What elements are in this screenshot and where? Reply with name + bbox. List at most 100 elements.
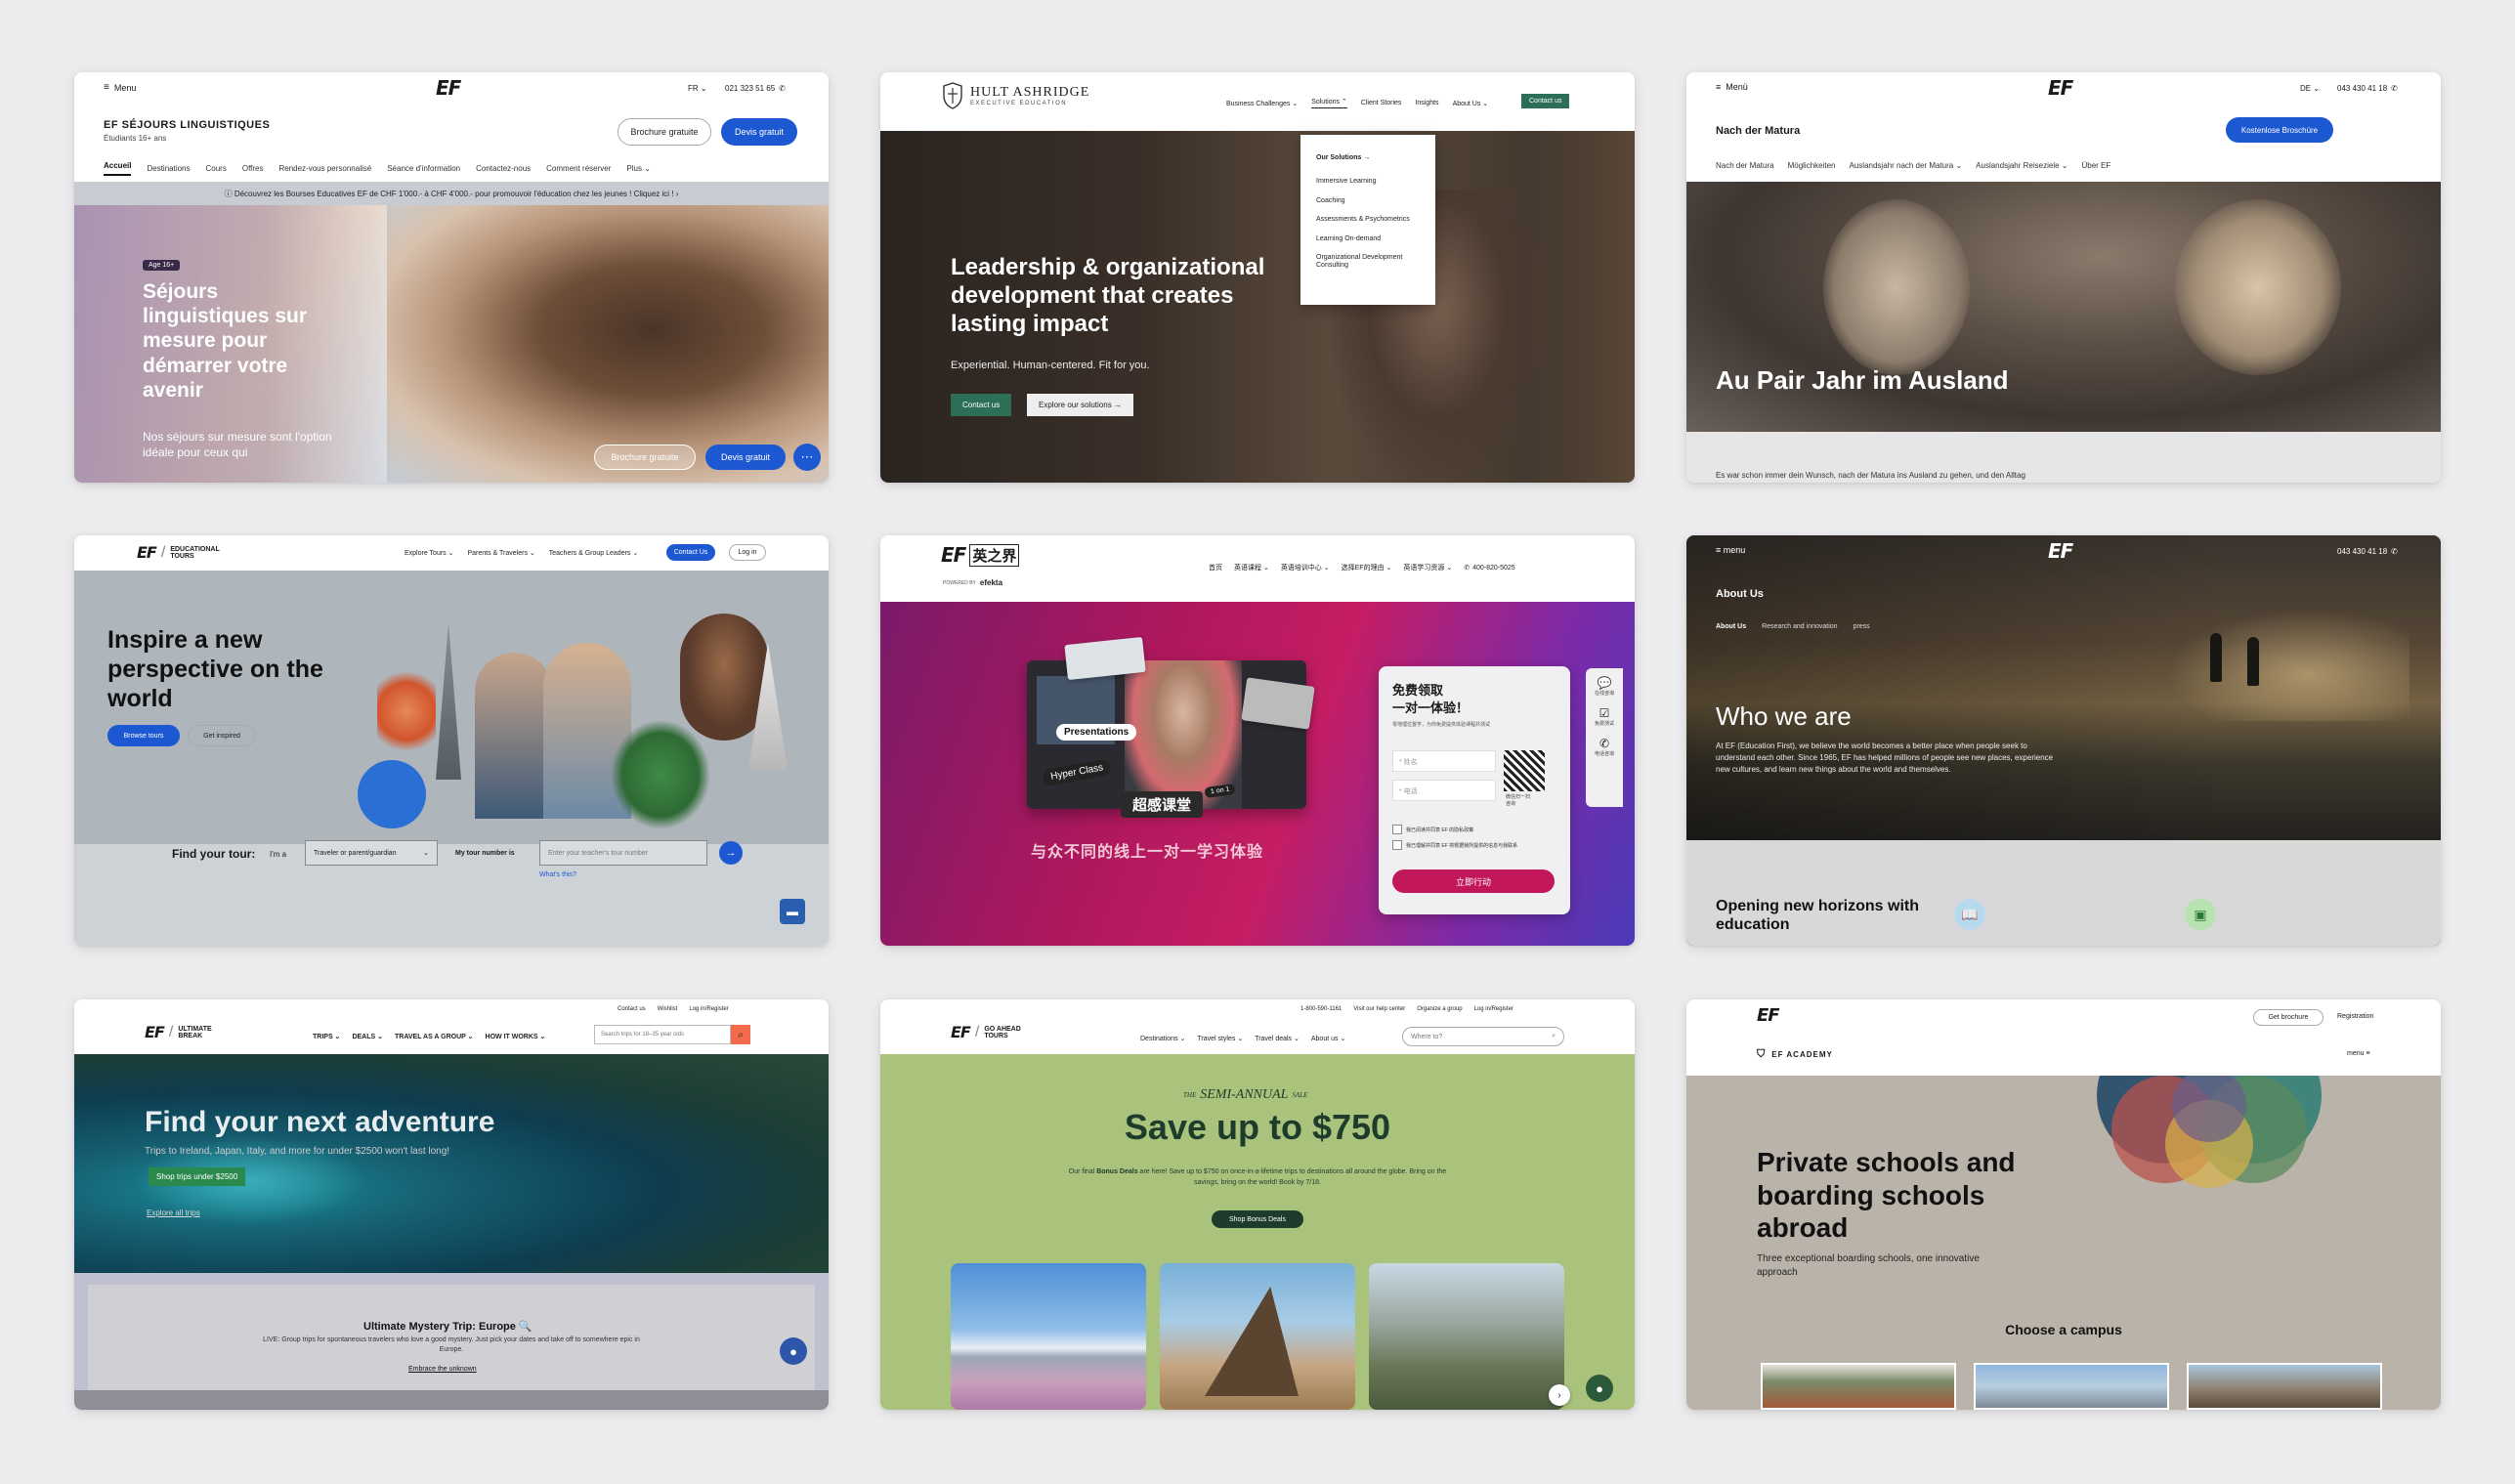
menu-button[interactable]: ≡ menu [1716,545,1745,555]
contact-button[interactable]: Contact Us [666,544,715,561]
phone-link[interactable]: 043 430 41 18 ✆ [2337,547,2398,556]
dropdown-learning-on-demand[interactable]: Learning On-demand [1316,235,1420,243]
ef-tours-logo[interactable]: EF / EDUCATIONAL TOURS [137,543,229,562]
phone-link[interactable]: 021 323 51 65 ✆ [725,84,786,93]
submit-arrow-icon[interactable]: → [719,841,743,865]
nav-reiseziele[interactable]: Auslandsjahr Reiseziele ⌄ [1976,161,2067,170]
nav-item-info-session[interactable]: Séance d'information [387,164,460,173]
nav-business-challenges[interactable]: Business Challenges ⌄ [1226,100,1298,107]
shop-trips-button[interactable]: Shop trips under $2500 [149,1167,246,1186]
ef-logo[interactable]: EF [2048,76,2073,100]
ultimate-break-logo[interactable]: EF / ULTIMATE BREAK [145,1023,219,1041]
menu-button[interactable]: ≡ Menü [1716,82,1748,92]
phone-icon[interactable]: ✆ [1590,737,1619,750]
nav-item-appointment[interactable]: Rendez-vous personnalisé [278,164,371,173]
language-select[interactable]: FR ⌄ [688,84,707,93]
nav-destinations[interactable]: Destinations ⌄ [1140,1035,1185,1042]
nav-parents-travelers[interactable]: Parents & Travelers ⌄ [467,549,534,557]
nav-nach-der-matura[interactable]: Nach der Matura [1716,161,1774,170]
scholarship-banner[interactable]: ⓘ Découvrez les Bourses Educatives EF de… [74,182,829,205]
nav-travel-styles[interactable]: Travel styles ⌄ [1197,1035,1243,1042]
search-input[interactable]: Where to? ⌕ [1402,1027,1564,1046]
quote-button[interactable]: Devis gratuit [721,118,797,146]
dropdown-immersive-learning[interactable]: Immersive Learning [1316,178,1420,186]
nav-moeglichkeiten[interactable]: Möglichkeiten [1788,161,1836,170]
nav-centers[interactable]: 英语培训中心 ⌄ [1281,563,1330,572]
subnav-research[interactable]: Research and innovation [1762,623,1837,630]
campus-card-1[interactable] [1761,1363,1956,1410]
search-icon[interactable]: ⌕ [731,1025,750,1044]
name-input[interactable]: * 姓名 [1392,750,1496,772]
nav-resources[interactable]: 英语学习资源 ⌄ [1403,563,1452,572]
phone-link[interactable]: 1-800-590-1161 [1300,1006,1342,1012]
nav-courses[interactable]: 英语课程 ⌄ [1234,563,1269,572]
subnav-press[interactable]: press [1854,623,1870,630]
nav-item-contact[interactable]: Contactez-nous [476,164,531,173]
contact-button[interactable]: Contact us [1521,94,1570,108]
chat-icon[interactable]: ● [1586,1375,1613,1402]
nav-explore-tours[interactable]: Explore Tours ⌄ [405,549,453,557]
academy-logo[interactable]: ⛉ EF ACADEMY [1757,1048,1833,1061]
nav-item-more[interactable]: Plus ⌄ [626,164,651,173]
nav-item-how-to-book[interactable]: Comment réserver [546,164,611,173]
login-link[interactable]: Log in/Register [689,1006,728,1012]
nav-about-us[interactable]: About us ⌄ [1311,1035,1345,1042]
test-icon[interactable]: ☑ [1590,706,1619,720]
consent-checkbox-1[interactable] [1392,825,1402,834]
dropdown-our-solutions[interactable]: Our Solutions → [1316,154,1420,162]
subnav-about-us[interactable]: About Us [1716,623,1746,630]
language-select[interactable]: DE ⌄ [2300,84,2320,93]
brochure-button[interactable]: Kostenlose Broschüre [2226,117,2333,143]
ef-logo[interactable]: EF [436,76,461,100]
tour-number-input[interactable]: Enter your teacher's tour number [539,840,707,866]
nav-how-it-works[interactable]: HOW IT WORKS ⌄ [486,1033,546,1040]
search-input[interactable]: Search trips for 18–35 year olds [594,1025,731,1044]
chat-icon[interactable]: ● [780,1337,807,1365]
login-button[interactable]: Log in [729,544,766,561]
nav-deals[interactable]: DEALS ⌄ [352,1033,383,1040]
nav-travel-deals[interactable]: Travel deals ⌄ [1255,1035,1300,1042]
nav-solutions[interactable]: Solutions ⌃ [1311,98,1347,108]
nav-about-us[interactable]: About Us ⌄ [1453,100,1489,107]
campus-card-3[interactable] [2187,1363,2382,1410]
trip-image-mountains[interactable] [1369,1263,1564,1410]
dropdown-coaching[interactable]: Coaching [1316,197,1420,205]
get-inspired-button[interactable]: Get inspired [188,725,256,746]
carousel-next-icon[interactable]: › [1549,1384,1570,1406]
wishlist-link[interactable]: Wishlist [658,1006,678,1012]
nav-trips[interactable]: TRIPS ⌄ [313,1033,340,1040]
help-center-link[interactable]: Visit our help center [1353,1006,1405,1012]
organize-group-link[interactable]: Organize a group [1417,1006,1462,1012]
menu-button[interactable]: ≡ Menu [104,82,136,93]
nav-why-ef[interactable]: 选择EF的理由 ⌄ [1342,563,1392,572]
submit-button[interactable]: 立即行动 [1392,869,1555,893]
explore-solutions-button[interactable]: Explore our solutions → [1027,394,1133,416]
nav-ueber-ef[interactable]: Über EF [2081,161,2110,170]
nav-home[interactable]: 首页 [1209,563,1222,572]
whats-this-link[interactable]: What's this? [539,871,576,878]
hero-contact-button[interactable]: Contact us [951,394,1012,416]
nav-item-offers[interactable]: Offres [242,164,264,173]
contact-link[interactable]: Contact us [618,1006,646,1012]
brochure-button[interactable]: Get brochure [2253,1009,2323,1026]
phone-link[interactable]: ✆ 400-820-5025 [1464,564,1514,572]
chat-icon[interactable]: ⋯ [793,444,821,471]
phone-link[interactable]: 043 430 41 18 ✆ [2337,84,2398,93]
quote-button-floating[interactable]: Devis gratuit [705,445,786,470]
dropdown-org-consulting[interactable]: Organizational Development Consulting [1316,254,1420,271]
campus-card-2[interactable] [1974,1363,2169,1410]
shop-deals-button[interactable]: Shop Bonus Deals [1212,1210,1303,1228]
nav-item-home[interactable]: Accueil [104,161,132,176]
go-ahead-logo[interactable]: EF / GO AHEAD TOURS [951,1023,1025,1041]
embrace-unknown-link[interactable]: Embrace the unknown [408,1366,477,1373]
dropdown-assessments[interactable]: Assessments & Psychometrics [1316,216,1420,224]
brochure-button-floating[interactable]: Brochure gratuite [594,445,696,470]
browse-tours-button[interactable]: Browse tours [107,725,180,746]
trip-image-japan[interactable] [951,1263,1146,1410]
wechat-icon[interactable]: 💬 [1590,676,1619,690]
brochure-button[interactable]: Brochure gratuite [618,118,711,146]
consent-checkbox-2[interactable] [1392,840,1402,850]
phone-input[interactable]: * 电话 [1392,780,1496,801]
nav-client-stories[interactable]: Client Stories [1361,100,1402,106]
nav-insights[interactable]: Insights [1415,100,1438,106]
